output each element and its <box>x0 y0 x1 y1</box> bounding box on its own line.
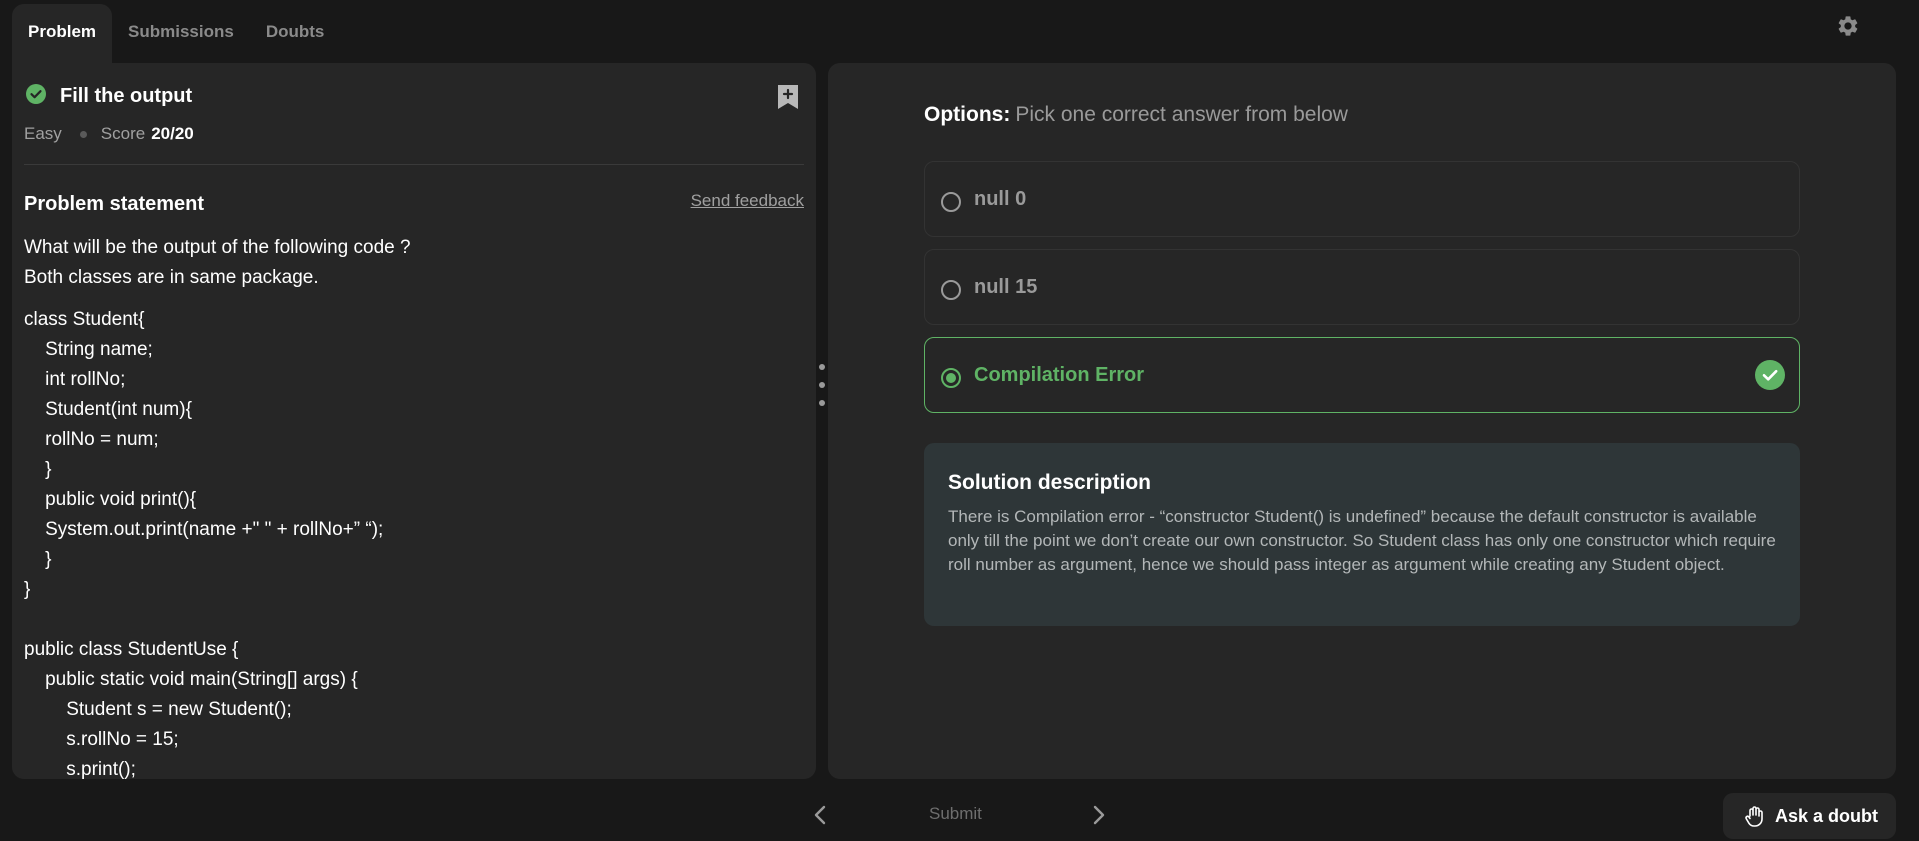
divider <box>24 164 804 165</box>
problem-statement: What will be the output of the following… <box>24 233 411 293</box>
solution-text: There is Compilation error - “constructo… <box>948 507 1776 574</box>
option-label: Compilation Error <box>974 364 1145 386</box>
code-line: } <box>24 579 31 600</box>
score-value: 20/20 <box>151 124 194 143</box>
panel-resize-handle[interactable] <box>818 362 826 410</box>
options-instruction: Pick one correct answer from below <box>1015 103 1348 126</box>
radio-button-selected[interactable] <box>941 368 961 388</box>
submit-button[interactable]: Submit <box>929 804 982 824</box>
ask-doubt-button[interactable]: Ask a doubt <box>1723 793 1896 839</box>
problem-panel: Fill the output Easy Score 20/20 Problem… <box>12 63 816 779</box>
code-line: } <box>24 549 52 570</box>
code-line: s.print(); <box>24 759 136 779</box>
code-line: Student s = new Student(); <box>24 699 292 720</box>
code-line: s.rollNo = 15; <box>24 729 179 750</box>
statement-line: Both classes are in same package. <box>24 267 319 288</box>
chevron-left-icon[interactable] <box>810 804 832 826</box>
option-compilation-error[interactable]: Compilation Error <box>924 337 1800 413</box>
tab-submissions[interactable]: Submissions <box>112 4 250 64</box>
radio-button[interactable] <box>941 192 961 212</box>
statement-line: What will be the output of the following… <box>24 237 411 258</box>
difficulty-label: Easy <box>24 124 62 143</box>
code-line: rollNo = num; <box>24 429 159 450</box>
option-label: null 15 <box>974 276 1038 298</box>
option-label: null 0 <box>974 188 1027 210</box>
score-label: Score <box>100 124 146 143</box>
correct-check-icon <box>1755 360 1785 390</box>
option-null-0[interactable]: null 0 <box>924 161 1800 237</box>
radio-button[interactable] <box>941 280 961 300</box>
code-line: int rollNo; <box>24 369 126 390</box>
chevron-right-icon[interactable] <box>1087 804 1109 826</box>
solution-box: Solution description There is Compilatio… <box>924 443 1800 626</box>
hand-icon <box>1745 806 1763 827</box>
code-line: } <box>24 459 52 480</box>
problem-title: Fill the output <box>60 85 193 107</box>
tab-doubts[interactable]: Doubts <box>250 4 341 64</box>
code-line: System.out.print(name +" " + rollNo+” “)… <box>24 519 384 540</box>
options-heading: Options: Pick one correct answer from bel… <box>924 103 1348 127</box>
problem-statement-heading: Problem statement <box>24 193 205 215</box>
problem-meta: Easy Score 20/20 <box>24 124 194 144</box>
tab-problem[interactable]: Problem <box>12 4 113 64</box>
option-null-15[interactable]: null 15 <box>924 249 1800 325</box>
tab-bar: Problem Submissions Doubts <box>12 4 340 64</box>
code-line: public class StudentUse { <box>24 639 239 660</box>
options-label: Options: <box>924 103 1011 126</box>
options-panel: Options: Pick one correct answer from bel… <box>828 63 1896 779</box>
solution-title: Solution description <box>948 471 1151 494</box>
send-feedback-link[interactable]: Send feedback <box>691 191 804 211</box>
code-line: class Student{ <box>24 309 145 330</box>
bookmark-plus-icon[interactable] <box>776 83 800 111</box>
code-line: String name; <box>24 339 153 360</box>
code-block: class Student{ String name; int rollNo; … <box>24 305 383 779</box>
code-line: Student(int num){ <box>24 399 192 420</box>
check-circle-icon <box>26 84 46 104</box>
code-line: public void print(){ <box>24 489 197 510</box>
code-line: public static void main(String[] args) { <box>24 669 358 690</box>
gear-icon[interactable] <box>1836 14 1860 38</box>
meta-separator <box>79 130 87 138</box>
ask-doubt-label: Ask a doubt <box>1775 806 1879 826</box>
